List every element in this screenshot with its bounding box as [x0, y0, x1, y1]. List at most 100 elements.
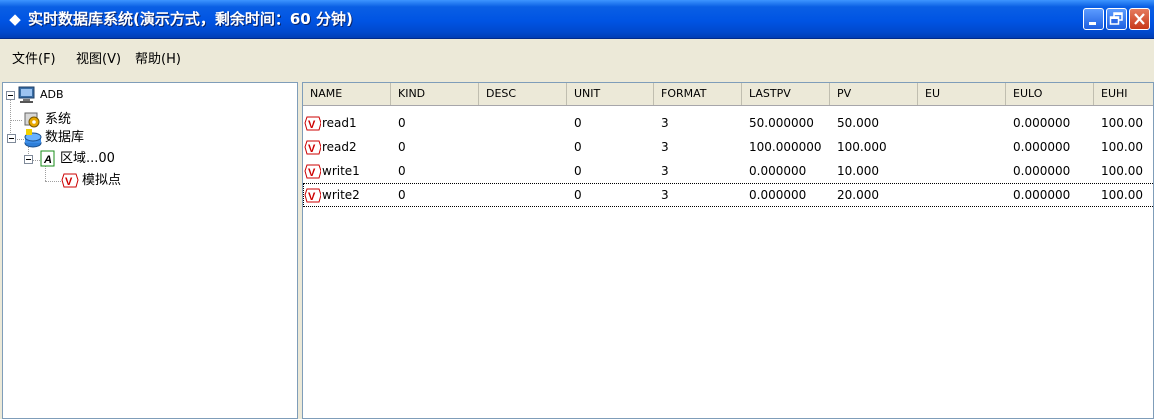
analog-point-icon: V — [304, 140, 321, 155]
cell-unit: 0 — [574, 188, 582, 202]
tree-connector — [11, 120, 22, 121]
tree-node-database[interactable]: 数据库 — [45, 129, 84, 147]
minimize-button[interactable] — [1083, 8, 1104, 30]
tree-node-analog[interactable]: 模拟点 — [82, 172, 121, 190]
cell-lastpv: 0.000000 — [749, 164, 807, 178]
tree-collapse-toggle[interactable] — [7, 134, 16, 143]
window-title: 实时数据库系统(演示方式，剩余时间：60 分钟) — [28, 10, 353, 28]
column-header-lastpv[interactable]: LASTPV — [742, 83, 830, 105]
column-header-unit[interactable]: UNIT — [567, 83, 654, 105]
cell-unit: 0 — [574, 164, 582, 178]
cell-pv: 50.000 — [837, 116, 879, 130]
cell-name: V write2 — [303, 183, 391, 207]
cell-pv: 100.000 — [837, 140, 887, 154]
svg-text:V: V — [308, 119, 316, 131]
column-header-desc[interactable]: DESC — [479, 83, 567, 105]
column-header-kind[interactable]: KIND — [391, 83, 479, 105]
cell-kind: 0 — [398, 164, 406, 178]
close-button[interactable] — [1129, 8, 1150, 30]
table-row[interactable]: V read1 0 0 3 50.000000 50.000 0.000000 … — [303, 111, 1153, 135]
cell-eulo: 0.000000 — [1013, 140, 1071, 154]
cell-lastpv: 100.000000 — [749, 140, 822, 154]
cell-name: V read1 — [303, 111, 391, 135]
table-row[interactable]: V write1 0 0 3 0.000000 10.000 0.000000 … — [303, 159, 1153, 183]
tree-connector — [10, 95, 11, 139]
column-header-eu[interactable]: EU — [918, 83, 1006, 105]
tree-node-adb[interactable]: ADB — [40, 86, 64, 104]
cell-kind: 0 — [398, 116, 406, 130]
tree-collapse-toggle[interactable] — [24, 155, 33, 164]
analog-point-icon: V — [304, 116, 321, 131]
cell-desc — [479, 159, 567, 183]
menu-help[interactable]: 帮助(H) — [135, 50, 181, 70]
cell-euhi: 100.00 — [1101, 188, 1143, 202]
table-row[interactable]: V write2 0 0 3 0.000000 20.000 0.000000 … — [303, 183, 1153, 207]
tag-name: write2 — [322, 188, 360, 202]
diamond-icon: ◆ — [9, 10, 21, 28]
menu-bar: 文件(F) 视图(V) 帮助(H) — [0, 48, 1154, 72]
tree-connector — [33, 160, 40, 161]
cell-lastpv: 50.000000 — [749, 116, 814, 130]
cell-kind: 0 — [398, 188, 406, 202]
tree-node-area[interactable]: 区域...00 — [60, 150, 115, 168]
cell-unit: 0 — [574, 140, 582, 154]
cell-euhi: 100.00 — [1101, 164, 1143, 178]
cell-eu — [918, 111, 1006, 135]
cell-desc — [479, 111, 567, 135]
column-header-pv[interactable]: PV — [830, 83, 918, 105]
cell-eulo: 0.000000 — [1013, 188, 1071, 202]
tree-collapse-toggle[interactable] — [6, 91, 15, 100]
cell-euhi: 100.00 — [1101, 140, 1143, 154]
cell-eulo: 0.000000 — [1013, 116, 1071, 130]
minimize-icon — [1089, 22, 1096, 25]
menu-view[interactable]: 视图(V) — [76, 50, 121, 70]
cell-desc — [479, 135, 567, 159]
data-grid[interactable]: NAME KIND DESC UNIT FORMAT LASTPV PV EU … — [302, 82, 1154, 419]
grid-header: NAME KIND DESC UNIT FORMAT LASTPV PV EU … — [303, 83, 1153, 106]
area-icon: A — [40, 150, 56, 171]
cell-format: 3 — [661, 164, 669, 178]
cell-name: V read2 — [303, 135, 391, 159]
cell-pv: 20.000 — [837, 188, 879, 202]
database-icon — [23, 129, 43, 152]
column-header-euhi[interactable]: EUHI — [1094, 83, 1153, 105]
column-header-eulo[interactable]: EULO — [1006, 83, 1094, 105]
close-icon — [1134, 13, 1145, 25]
cell-eu — [918, 135, 1006, 159]
cell-euhi: 100.00 — [1101, 116, 1143, 130]
svg-text:V: V — [65, 176, 73, 188]
tag-name: read2 — [322, 140, 357, 154]
tree-connector — [45, 181, 61, 182]
analog-point-icon: V — [304, 188, 321, 203]
tree-pane[interactable]: ADB 系统 数据库 A 区域...00 V 模拟点 — [2, 82, 298, 419]
tag-name: write1 — [322, 164, 360, 178]
table-row[interactable]: V read2 0 0 3 100.000000 100.000 0.00000… — [303, 135, 1153, 159]
cell-lastpv: 0.000000 — [749, 188, 807, 202]
menu-file[interactable]: 文件(F) — [12, 50, 56, 70]
svg-text:A: A — [43, 154, 52, 166]
cell-format: 3 — [661, 188, 669, 202]
restore-button[interactable] — [1106, 8, 1127, 30]
cell-eulo: 0.000000 — [1013, 164, 1071, 178]
cell-desc — [479, 183, 567, 207]
svg-text:V: V — [308, 167, 316, 179]
cell-name: V write1 — [303, 159, 391, 183]
tag-name: read1 — [322, 116, 357, 130]
cell-format: 3 — [661, 140, 669, 154]
column-header-format[interactable]: FORMAT — [654, 83, 742, 105]
cell-pv: 10.000 — [837, 164, 879, 178]
svg-text:V: V — [308, 143, 316, 155]
cell-format: 3 — [661, 116, 669, 130]
restore-icon — [1109, 12, 1123, 25]
cell-kind: 0 — [398, 140, 406, 154]
cell-eu — [918, 183, 1006, 207]
column-header-name[interactable]: NAME — [303, 83, 391, 105]
analog-point-icon: V — [304, 164, 321, 179]
title-bar[interactable]: ◆ 实时数据库系统(演示方式，剩余时间：60 分钟) — [0, 0, 1154, 39]
cell-unit: 0 — [574, 116, 582, 130]
analog-point-icon: V — [61, 172, 79, 192]
computer-icon — [17, 86, 37, 107]
cell-eu — [918, 159, 1006, 183]
tree-node-system[interactable]: 系统 — [45, 111, 71, 129]
svg-text:V: V — [308, 191, 316, 203]
